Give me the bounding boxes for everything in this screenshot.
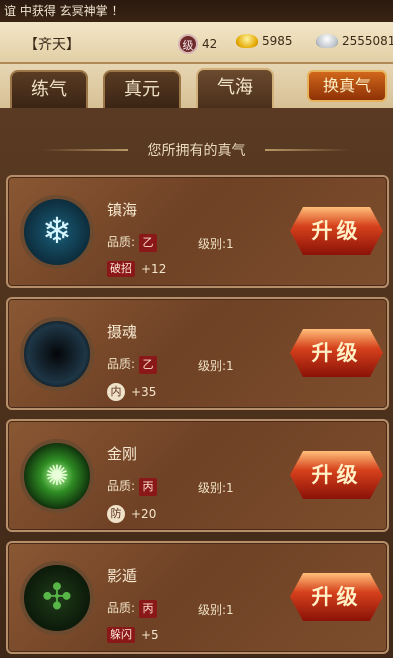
attribute-value: +35	[131, 385, 157, 399]
green-glow-orb-icon: ✺	[20, 439, 94, 513]
level-icon: 级	[178, 34, 198, 54]
attribute-value: +20	[131, 507, 157, 521]
attribute-value: +5	[141, 628, 159, 642]
zhenqi-card: ✺ 金刚 品质: 丙 级别:1 防 +20 升级	[6, 419, 389, 532]
quality-row: 品质: 丙	[107, 599, 158, 618]
level-label: 级别:1	[198, 603, 234, 617]
quality-label: 品质:	[107, 601, 136, 615]
quality-badge: 乙	[139, 356, 158, 374]
qihai-panel: 您所拥有的真气 ❄ 镇海 品质: 乙 级别:1 破招 +12 升级 摄魂 品质: 乙…	[0, 108, 393, 658]
quality-label: 品质:	[107, 235, 136, 249]
level-label: 级别:1	[198, 359, 234, 373]
zhenqi-card: 摄魂 品质: 乙 级别:1 内 +35 升级	[6, 297, 389, 410]
attribute-badge: 躲闪	[107, 627, 135, 643]
zhenqi-name: 摄魂	[107, 323, 138, 341]
resource-bar: 【齐天】 级 42 5985 2555081	[0, 22, 393, 64]
level-value: 42	[202, 37, 218, 51]
silver-value: 2555081	[342, 34, 393, 48]
upgrade-button[interactable]: 升级	[290, 207, 383, 255]
notice-ticker: 谊 中获得 玄冥神掌 ！	[0, 0, 393, 22]
attribute-badge: 内	[107, 383, 125, 401]
quality-row: 品质: 丙	[107, 477, 158, 496]
title-ornament-right	[265, 149, 351, 151]
attribute-value: +12	[141, 262, 167, 276]
gold-display: 5985	[236, 34, 293, 48]
gold-ingot-icon	[236, 34, 258, 48]
silver-ingot-icon	[316, 34, 338, 48]
player-name: 【齐天】	[24, 37, 80, 53]
level-display: 级 42	[178, 34, 217, 54]
zhenqi-name: 镇海	[107, 201, 138, 219]
zhenqi-name: 金刚	[107, 445, 138, 463]
quality-badge: 乙	[139, 234, 158, 252]
swap-zhenqi-button[interactable]: 换真气	[307, 70, 387, 102]
quality-row: 品质: 乙	[107, 355, 158, 374]
attribute-row: 躲闪 +5	[107, 627, 159, 643]
upgrade-button[interactable]: 升级	[290, 451, 383, 499]
upgrade-button[interactable]: 升级	[290, 329, 383, 377]
snowflake-orb-icon: ❄	[20, 195, 94, 269]
attribute-row: 内 +35	[107, 383, 156, 401]
zhenqi-card: ✣ 影遁 品质: 丙 级别:1 躲闪 +5 升级	[6, 541, 389, 654]
upgrade-button[interactable]: 升级	[290, 573, 383, 621]
tab-bar: 练气 真元 气海 换真气	[0, 64, 393, 108]
tab-zhenyuan[interactable]: 真元	[103, 70, 181, 108]
green-rune-orb-icon: ✣	[20, 561, 94, 635]
gold-value: 5985	[262, 34, 293, 48]
quality-label: 品质:	[107, 357, 136, 371]
quality-badge: 丙	[139, 600, 158, 618]
dark-vortex-orb-icon	[20, 317, 94, 391]
attribute-badge: 破招	[107, 261, 135, 277]
level-label: 级别:1	[198, 237, 234, 251]
tab-qihai[interactable]: 气海	[196, 68, 274, 108]
tab-lianqi[interactable]: 练气	[10, 70, 88, 108]
silver-display: 2555081	[316, 34, 393, 48]
zhenqi-card: ❄ 镇海 品质: 乙 级别:1 破招 +12 升级	[6, 175, 389, 288]
level-label: 级别:1	[198, 481, 234, 495]
attribute-row: 破招 +12	[107, 261, 166, 277]
zhenqi-name: 影遁	[107, 567, 138, 585]
quality-label: 品质:	[107, 479, 136, 493]
attribute-row: 防 +20	[107, 505, 156, 523]
quality-badge: 丙	[139, 478, 158, 496]
attribute-badge: 防	[107, 505, 125, 523]
quality-row: 品质: 乙	[107, 233, 158, 252]
